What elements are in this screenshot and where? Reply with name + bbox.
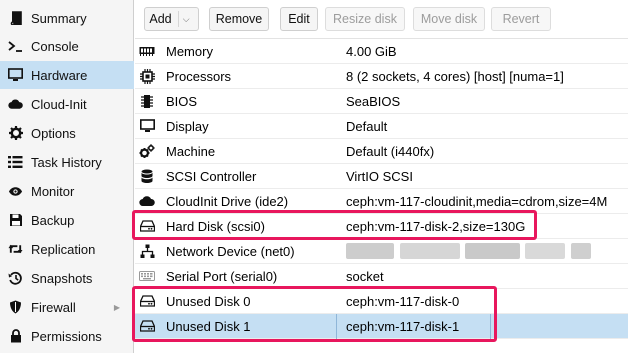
hardware-row-bios[interactable]: BIOS SeaBIOS — [135, 89, 628, 114]
hardware-row-display[interactable]: Display Default — [135, 114, 628, 139]
sidebar-item-label: Hardware — [31, 67, 88, 83]
sidebar-item-label: Snapshots — [31, 270, 93, 286]
monitor-icon — [8, 68, 23, 83]
sidebar-item-options[interactable]: Options — [0, 119, 134, 147]
hardware-row-scsi-controller[interactable]: SCSI Controller VirtIO SCSI — [135, 164, 628, 189]
memory-icon — [139, 43, 155, 59]
hardware-row-value: ceph:vm-117-disk-2,size=130G — [346, 219, 526, 234]
hardware-row-network-device[interactable]: Network Device (net0) — [135, 239, 628, 264]
resize-disk-button[interactable]: Resize disk — [325, 7, 405, 31]
sidebar-item-label: Task History — [31, 154, 102, 170]
desktop-icon — [139, 118, 155, 134]
sidebar-item-label: Permissions — [31, 328, 102, 344]
lock-icon — [8, 329, 23, 344]
hardware-row-value: Default (i440fx) — [346, 144, 435, 159]
hardware-row-value: 4.00 GiB — [346, 44, 397, 59]
microchip-icon — [139, 93, 155, 109]
hdd-icon — [139, 218, 155, 234]
expand-arrow-icon[interactable]: ▶ — [114, 303, 120, 312]
retweet-icon — [8, 242, 23, 257]
hardware-row-value: VirtIO SCSI — [346, 169, 413, 184]
hardware-row-hard-disk[interactable]: Hard Disk (scsi0) ceph:vm-117-disk-2,siz… — [135, 214, 628, 239]
sidebar-item-cloud-init[interactable]: Cloud-Init — [0, 90, 134, 118]
add-button-label: Add — [149, 12, 172, 26]
sidebar-item-label: Options — [31, 125, 76, 141]
cogs-icon — [139, 143, 155, 159]
hardware-row-name: Serial Port (serial0) — [166, 269, 278, 284]
sidebar-item-console[interactable]: Console — [0, 32, 134, 60]
terminal-icon — [8, 39, 23, 54]
cloud-icon — [139, 193, 155, 209]
sidebar-item-label: Console — [31, 38, 79, 54]
sidebar-item-monitor[interactable]: Monitor — [0, 177, 134, 205]
sidebar-item-permissions[interactable]: Permissions — [0, 322, 134, 350]
sidebar-item-replication[interactable]: Replication — [0, 235, 134, 263]
chevron-down-icon: ⌵ — [177, 11, 194, 27]
shield-icon — [8, 300, 23, 315]
sidebar-item-label: Replication — [31, 241, 96, 257]
eye-icon — [8, 184, 23, 199]
hardware-row-name: Network Device (net0) — [166, 244, 295, 259]
sidebar-item-label: Monitor — [31, 183, 75, 199]
hardware-row-value: ceph:vm-117-disk-1 — [336, 314, 491, 339]
hdd-icon — [139, 293, 155, 309]
history-icon — [8, 271, 23, 286]
hardware-row-name: BIOS — [166, 94, 198, 109]
hardware-row-name: Processors — [166, 69, 232, 84]
hardware-row-cloudinit-drive[interactable]: CloudInit Drive (ide2) ceph:vm-117-cloud… — [135, 189, 628, 214]
hardware-row-name: SCSI Controller — [166, 169, 257, 184]
hardware-row-value: socket — [346, 269, 384, 284]
hardware-row-name: CloudInit Drive (ide2) — [166, 194, 289, 209]
sidebar-item-firewall[interactable]: Firewall ▶ — [0, 293, 134, 321]
sidebar-item-summary[interactable]: Summary — [0, 4, 134, 32]
list-icon — [8, 155, 23, 170]
sidebar-item-label: Backup — [31, 212, 75, 228]
hdd-icon — [139, 318, 155, 334]
database-icon — [139, 168, 155, 184]
revert-button[interactable]: Revert — [491, 7, 551, 31]
remove-button[interactable]: Remove — [209, 7, 269, 31]
hardware-row-serial-port[interactable]: Serial Port (serial0) socket — [135, 264, 628, 289]
book-icon — [8, 11, 23, 26]
sidebar-item-task-history[interactable]: Task History — [0, 148, 134, 176]
gear-icon — [8, 126, 23, 141]
keyboard-icon — [139, 268, 155, 284]
hardware-grid: Memory 4.00 GiB Processors 8 (2 sockets,… — [135, 38, 628, 353]
add-button[interactable]: Add ⌵ — [144, 7, 199, 31]
hardware-row-value: ceph:vm-117-disk-0 — [346, 294, 460, 309]
hardware-row-processors[interactable]: Processors 8 (2 sockets, 4 cores) [host]… — [135, 64, 628, 89]
hardware-row-memory[interactable]: Memory 4.00 GiB — [135, 39, 628, 64]
cpu-icon — [139, 68, 155, 84]
hardware-row-name: Machine — [166, 144, 216, 159]
hardware-row-value: Default — [346, 119, 388, 134]
edit-button[interactable]: Edit — [280, 7, 318, 31]
cloud-icon — [8, 97, 23, 112]
hardware-row-name: Unused Disk 0 — [166, 294, 251, 309]
hardware-row-machine[interactable]: Machine Default (i440fx) — [135, 139, 628, 164]
toolbar: Add ⌵ Remove Edit Resize disk Move disk … — [135, 0, 628, 38]
hardware-row-value: ceph:vm-117-cloudinit,media=cdrom,size=4… — [346, 194, 608, 209]
sidebar: Summary Console Hardware Cloud-Init Opti… — [0, 0, 134, 353]
hardware-row-name: Memory — [166, 44, 213, 59]
hardware-row-value: SeaBIOS — [346, 94, 401, 109]
hardware-row-name: Unused Disk 1 — [166, 319, 251, 334]
move-disk-button[interactable]: Move disk — [413, 7, 485, 31]
hardware-row-unused-disk-1[interactable]: Unused Disk 1 ceph:vm-117-disk-1 — [135, 314, 628, 339]
sidebar-item-label: Cloud-Init — [31, 96, 87, 112]
hardware-row-unused-disk-0[interactable]: Unused Disk 0 ceph:vm-117-disk-0 — [135, 289, 628, 314]
sidebar-item-backup[interactable]: Backup — [0, 206, 134, 234]
sidebar-item-label: Summary — [31, 10, 87, 26]
hardware-row-value: 8 (2 sockets, 4 cores) [host] [numa=1] — [346, 69, 564, 84]
hardware-row-name: Display — [166, 119, 209, 134]
sidebar-item-label: Firewall — [31, 299, 76, 315]
sidebar-item-hardware[interactable]: Hardware — [0, 61, 134, 89]
hardware-row-name: Hard Disk (scsi0) — [166, 219, 265, 234]
sidebar-item-snapshots[interactable]: Snapshots — [0, 264, 134, 292]
network-icon — [139, 243, 155, 259]
floppy-icon — [8, 213, 23, 228]
